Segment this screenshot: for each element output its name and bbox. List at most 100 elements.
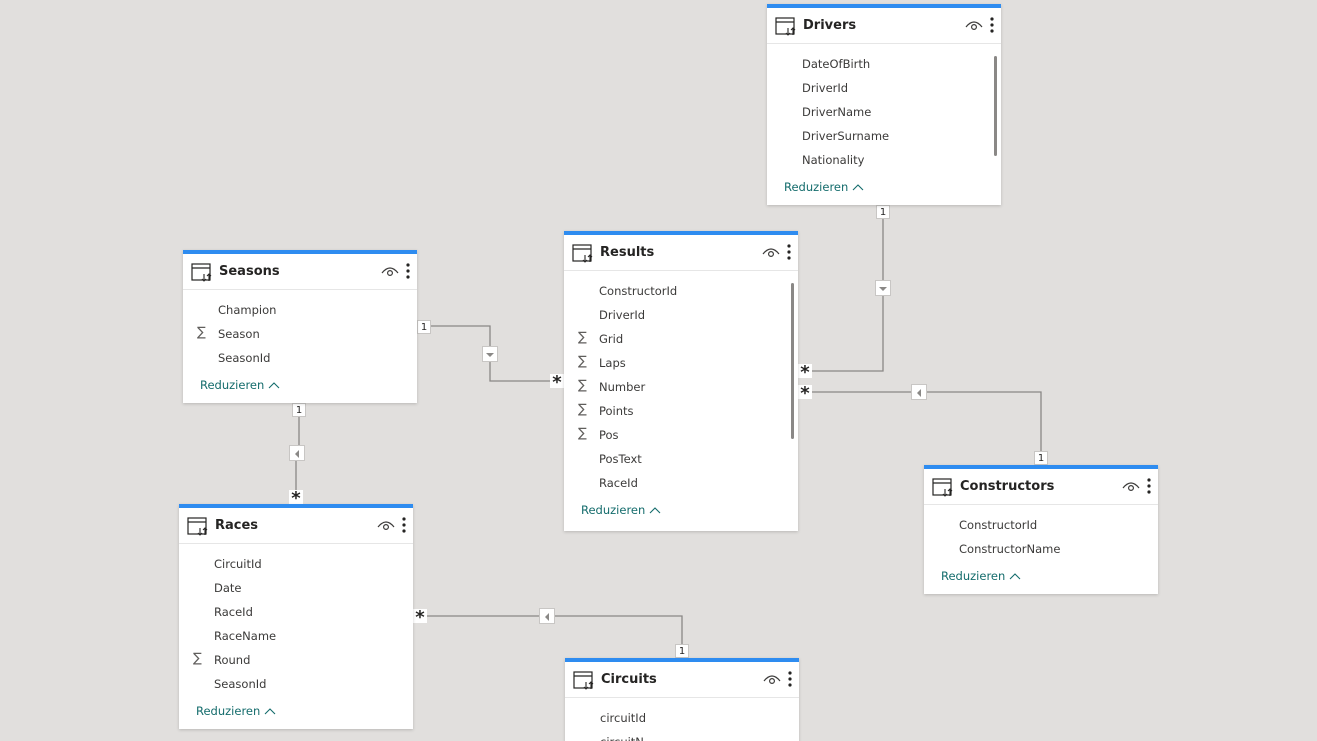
collapse-button[interactable]: Reduzieren: [767, 177, 1001, 197]
filter-direction-arrow[interactable]: [911, 384, 927, 400]
collapse-button[interactable]: Reduzieren: [179, 701, 413, 721]
eye-icon[interactable]: [762, 245, 780, 259]
arrow-left-icon: [545, 613, 549, 621]
cardinality-many: *: [550, 374, 564, 392]
sigma-icon: ∑: [197, 325, 206, 340]
table-card-results[interactable]: Results ConstructorId DriverId ∑ Grid ∑ Laps ∑ N…: [564, 231, 798, 531]
field-item[interactable]: ∑ Season: [183, 322, 417, 346]
filter-direction-arrow[interactable]: [539, 608, 555, 624]
collapse-label: Reduzieren: [941, 569, 1006, 583]
field-item[interactable]: Date: [179, 576, 413, 600]
field-item[interactable]: DriverId: [564, 303, 798, 327]
table-card-constructors[interactable]: Constructors ConstructorId ConstructorName…: [924, 465, 1158, 594]
field-name: ConstructorName: [959, 542, 1061, 556]
field-name: DriverId: [599, 308, 646, 322]
table-card-circuits[interactable]: Circuits circuitId circuitN: [565, 658, 799, 741]
cardinality-one: 1: [876, 205, 890, 219]
field-item[interactable]: ConstructorId: [564, 279, 798, 303]
rel-constructors-results[interactable]: [806, 391, 1042, 458]
field-item[interactable]: RaceName: [179, 624, 413, 648]
field-name: PosText: [599, 452, 642, 466]
eye-icon[interactable]: [377, 518, 395, 532]
field-item[interactable]: DriverId: [767, 76, 1001, 100]
field-item[interactable]: ConstructorId: [924, 513, 1158, 537]
field-name: circuitId: [600, 711, 646, 725]
table-title: Races: [215, 518, 259, 533]
collapse-label: Reduzieren: [784, 180, 849, 194]
collapse-button[interactable]: Reduzieren: [183, 375, 417, 395]
cardinality-many: *: [798, 385, 812, 403]
cardinality-one: 1: [417, 320, 431, 334]
table-card-seasons[interactable]: Seasons Champion ∑ Season SeasonId Reduzieren: [183, 250, 417, 403]
field-item[interactable]: ∑ Pos: [564, 423, 798, 447]
field-item[interactable]: Champion: [183, 298, 417, 322]
more-options-icon[interactable]: [989, 16, 995, 34]
field-item[interactable]: SeasonId: [179, 672, 413, 696]
filter-direction-arrow[interactable]: [875, 280, 891, 296]
field-item[interactable]: RaceId: [179, 600, 413, 624]
table-header[interactable]: Results: [564, 235, 798, 271]
field-name: Pos: [599, 428, 619, 442]
table-header[interactable]: Drivers: [767, 8, 1001, 44]
field-name: Laps: [599, 356, 626, 370]
field-list: circuitId circuitN: [565, 698, 799, 741]
more-options-icon[interactable]: [401, 516, 407, 534]
field-item[interactable]: PosText: [564, 447, 798, 471]
field-item[interactable]: ∑ Points: [564, 399, 798, 423]
field-item[interactable]: circuitN: [565, 730, 799, 741]
field-item[interactable]: DriverName: [767, 100, 1001, 124]
scrollbar[interactable]: [791, 283, 794, 439]
table-header[interactable]: Circuits: [565, 662, 799, 698]
chevron-up-icon: [1009, 573, 1021, 580]
more-options-icon[interactable]: [405, 262, 411, 280]
field-name: Champion: [218, 303, 277, 317]
field-item[interactable]: DriverSurname: [767, 124, 1001, 148]
field-item[interactable]: ∑ Grid: [564, 327, 798, 351]
field-item[interactable]: circuitId: [565, 706, 799, 730]
eye-icon[interactable]: [965, 18, 983, 32]
arrow-left-icon: [917, 389, 921, 397]
field-name: ConstructorId: [959, 518, 1038, 532]
field-name: Date: [214, 581, 242, 595]
eye-icon[interactable]: [381, 264, 399, 278]
field-item[interactable]: ∑ Round: [179, 648, 413, 672]
field-name: DriverSurname: [802, 129, 890, 143]
collapse-button[interactable]: Reduzieren: [564, 500, 798, 520]
table-header[interactable]: Constructors: [924, 469, 1158, 505]
field-name: RaceName: [214, 629, 277, 643]
table-card-races[interactable]: Races CircuitId Date RaceId RaceName ∑ Round Se…: [179, 504, 413, 729]
table-header[interactable]: Races: [179, 508, 413, 544]
sigma-icon: ∑: [578, 402, 587, 417]
header-actions: [965, 16, 995, 34]
eye-icon[interactable]: [763, 672, 781, 686]
filter-direction-arrow[interactable]: [289, 445, 305, 461]
eye-icon[interactable]: [1122, 479, 1140, 493]
table-icon: [932, 477, 953, 497]
more-options-icon[interactable]: [787, 670, 793, 688]
field-item[interactable]: ConstructorName: [924, 537, 1158, 561]
table-card-drivers[interactable]: Drivers DateOfBirth DriverId DriverName Driv…: [767, 4, 1001, 205]
chevron-up-icon: [649, 507, 661, 514]
rel-drivers-results[interactable]: [806, 211, 884, 372]
table-icon: [191, 262, 212, 282]
field-item[interactable]: ∑ Number: [564, 375, 798, 399]
scrollbar[interactable]: [994, 56, 997, 156]
filter-direction-arrow[interactable]: [482, 346, 498, 362]
arrow-down-icon: [486, 353, 494, 357]
model-canvas[interactable]: 1 1 1 1 1 * * * * * Drivers DateOfBirth Dr…: [0, 0, 1317, 741]
field-item[interactable]: RaceId: [564, 471, 798, 495]
table-header[interactable]: Seasons: [183, 254, 417, 290]
field-list: Champion ∑ Season SeasonId: [183, 290, 417, 370]
field-name: ConstructorId: [599, 284, 678, 298]
more-options-icon[interactable]: [786, 243, 792, 261]
arrow-down-icon: [879, 287, 887, 291]
field-item[interactable]: DateOfBirth: [767, 52, 1001, 76]
cardinality-one: 1: [1034, 451, 1048, 465]
more-options-icon[interactable]: [1146, 477, 1152, 495]
field-item[interactable]: Nationality: [767, 148, 1001, 172]
chevron-up-icon: [264, 708, 276, 715]
field-item[interactable]: CircuitId: [179, 552, 413, 576]
field-item[interactable]: ∑ Laps: [564, 351, 798, 375]
collapse-button[interactable]: Reduzieren: [924, 566, 1158, 586]
field-item[interactable]: SeasonId: [183, 346, 417, 370]
